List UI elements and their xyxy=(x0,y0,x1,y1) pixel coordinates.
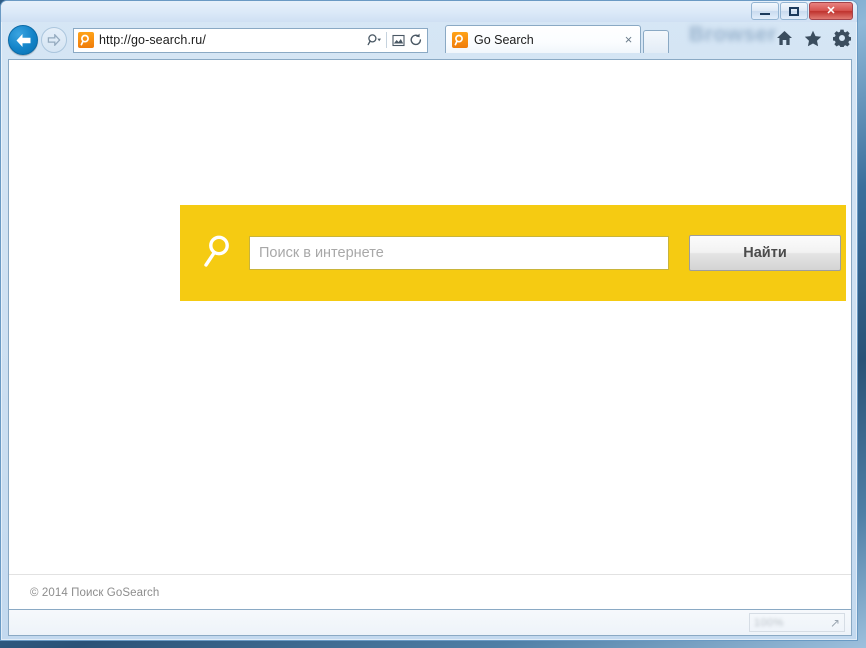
zoom-level-label: 100% xyxy=(754,616,784,629)
go-search-favicon-icon xyxy=(452,31,468,48)
tab-strip: Go Search × xyxy=(445,25,669,53)
search-dropdown-icon[interactable] xyxy=(366,30,383,50)
zoom-indicator[interactable]: 100% ↗ xyxy=(749,613,845,632)
address-input[interactable]: http://go-search.ru/ xyxy=(99,33,366,47)
magnifier-glyph-icon xyxy=(204,235,229,267)
home-glyph-icon xyxy=(777,31,792,45)
back-arrow-icon xyxy=(16,33,30,47)
tab-close-icon[interactable]: × xyxy=(621,32,636,47)
go-search-favicon-icon xyxy=(78,32,94,48)
compatibility-view-icon[interactable] xyxy=(390,30,407,50)
new-tab-button[interactable] xyxy=(643,30,669,53)
reload-glyph-icon xyxy=(410,33,421,46)
page-footer: © 2014 Поиск GoSearch xyxy=(9,574,851,610)
magnifier-glyph-icon xyxy=(454,34,463,45)
star-glyph-icon xyxy=(804,30,822,46)
forward-button[interactable] xyxy=(41,27,67,53)
minimize-button[interactable] xyxy=(751,2,779,20)
navigation-bar: http://go-search.ru/ xyxy=(1,22,857,58)
forward-arrow-icon xyxy=(47,34,61,46)
tab-go-search[interactable]: Go Search × xyxy=(445,25,641,53)
page-viewport: Найти © 2014 Поиск GoSearch xyxy=(8,59,852,610)
broken-page-glyph-icon xyxy=(392,34,405,46)
toolbar-divider xyxy=(386,32,387,48)
browser-window: ✕ http://go-search.ru/ Go Search × Brows… xyxy=(0,0,858,641)
magnifier-glyph-icon xyxy=(80,34,89,46)
resize-grip-icon[interactable]: ↗ xyxy=(830,617,840,629)
close-button[interactable]: ✕ xyxy=(809,2,853,20)
magnifier-icon xyxy=(201,234,231,273)
favorites-icon[interactable] xyxy=(804,30,822,47)
status-bar: 100% ↗ xyxy=(8,609,852,636)
maximize-icon xyxy=(789,6,799,16)
tab-title-label: Go Search xyxy=(474,32,534,47)
home-icon[interactable] xyxy=(776,30,793,46)
search-submit-button[interactable]: Найти xyxy=(689,235,841,271)
search-panel: Найти xyxy=(180,205,846,301)
maximize-button[interactable] xyxy=(780,2,808,20)
title-bar[interactable]: ✕ xyxy=(1,1,857,22)
browser-toolbar-icons xyxy=(776,29,851,47)
search-input[interactable] xyxy=(249,236,669,270)
search-magnifier-icon xyxy=(367,34,381,46)
tools-gear-icon[interactable] xyxy=(833,29,851,47)
gear-glyph-icon xyxy=(833,29,851,47)
copyright-text: © 2014 Поиск GoSearch xyxy=(30,586,160,599)
desktop-background: ✕ http://go-search.ru/ Go Search × Brows… xyxy=(0,0,866,648)
minimize-icon xyxy=(760,13,770,15)
address-bar[interactable]: http://go-search.ru/ xyxy=(73,27,428,53)
refresh-icon[interactable] xyxy=(407,30,424,50)
back-button[interactable] xyxy=(8,25,38,55)
window-controls: ✕ xyxy=(751,2,853,20)
close-icon: ✕ xyxy=(826,4,836,17)
